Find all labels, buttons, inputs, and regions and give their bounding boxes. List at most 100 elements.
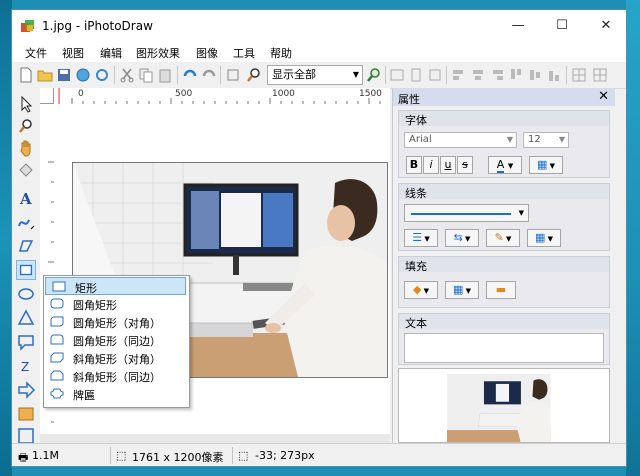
- close-icon[interactable]: ✕: [598, 89, 609, 104]
- menu-image[interactable]: 图像: [196, 45, 218, 61]
- menu-item-label: 斜角矩形（对角）: [73, 353, 161, 366]
- thumbnail-image: [399, 369, 609, 442]
- horizontal-scrollbar[interactable]: [40, 434, 390, 443]
- group-icon[interactable]: [571, 67, 587, 83]
- line-preview-icon: [411, 213, 511, 215]
- zoom-icon[interactable]: [246, 67, 262, 83]
- redo-icon[interactable]: [201, 67, 217, 83]
- line-weight-button[interactable]: ☰ ▼: [404, 229, 438, 247]
- align-left-icon[interactable]: [451, 67, 467, 83]
- menu-tools[interactable]: 工具: [233, 45, 255, 61]
- fill-pattern-button[interactable]: ▦ ▼: [445, 281, 479, 299]
- open-folder-icon[interactable]: [37, 67, 53, 83]
- thumbnail-preview[interactable]: [398, 368, 610, 443]
- align-bottom-icon[interactable]: [546, 67, 562, 83]
- menu-edit[interactable]: 编辑: [100, 45, 122, 61]
- text-input[interactable]: [404, 333, 604, 363]
- grid-icon: ▦: [534, 231, 546, 244]
- menu-item-bevel-rectangle-same-side[interactable]: 斜角矩形（同边）: [44, 367, 187, 385]
- section-title: 填充: [405, 260, 427, 273]
- toolbar-separator: [114, 66, 115, 84]
- menu-help[interactable]: 帮助: [270, 45, 292, 61]
- menu-file[interactable]: 文件: [25, 45, 47, 61]
- toolbar-separator: [446, 66, 447, 84]
- font-family-select[interactable]: Arial ▼: [404, 132, 517, 148]
- pen-icon: ✎: [494, 231, 504, 244]
- pointer-icon[interactable]: [16, 94, 36, 114]
- arrow-tool-icon[interactable]: [16, 380, 36, 400]
- line-pattern-button[interactable]: ▦ ▼: [527, 229, 561, 247]
- fill-bucket-icon[interactable]: [16, 160, 36, 180]
- close-button[interactable]: ✕: [584, 10, 626, 42]
- fit-height-icon[interactable]: [408, 67, 424, 83]
- fit-width-icon[interactable]: [389, 67, 405, 83]
- menu-item-bevel-rectangle-diagonal[interactable]: 斜角矩形（对角）: [44, 349, 187, 367]
- zoom-in-icon[interactable]: [366, 67, 382, 83]
- actual-size-icon[interactable]: [427, 67, 443, 83]
- curve-tool-icon[interactable]: [16, 212, 36, 232]
- text-box-icon[interactable]: Z: [16, 356, 36, 376]
- menu-view[interactable]: 视图: [62, 45, 84, 61]
- font-size-value: 12: [528, 134, 541, 145]
- fill-color-button[interactable]: ◆ ▼: [404, 281, 438, 299]
- section-title: 文本: [405, 317, 427, 330]
- menu-item-rounded-rectangle[interactable]: 圆角矩形: [44, 295, 187, 313]
- menu-item-rectangle[interactable]: 矩形: [45, 277, 186, 295]
- ruler-ticks: [58, 88, 381, 104]
- alignment-button[interactable]: ▦ ▼: [529, 156, 563, 174]
- maximize-button[interactable]: ☐: [540, 10, 584, 42]
- section-header: 线条: [399, 184, 609, 200]
- callout-tool-icon[interactable]: [16, 332, 36, 352]
- save-icon[interactable]: [56, 67, 72, 83]
- copy-icon[interactable]: [138, 67, 154, 83]
- plaque-icon: [50, 388, 64, 399]
- polygon-tool-icon[interactable]: [16, 236, 36, 256]
- shape-flyout-menu: 矩形 圆角矩形 圆角矩形（对角） 圆角矩形（同边） 斜角矩形（对角） 斜角矩形（…: [43, 275, 190, 408]
- status-bar: 🖶 1.1M ⬚ 1761 x 1200像素 ⬚ -33; 273px: [12, 443, 626, 466]
- magnifier-icon[interactable]: [16, 116, 36, 136]
- arrow-style-button[interactable]: ⇆ ▼: [445, 229, 479, 247]
- chevron-down-icon: ▼: [518, 209, 524, 217]
- undo-icon[interactable]: [182, 67, 198, 83]
- cut-icon[interactable]: [119, 67, 135, 83]
- ellipse-tool-icon[interactable]: [16, 284, 36, 304]
- fill-image-button[interactable]: ▬: [486, 281, 516, 299]
- image-tool-icon[interactable]: [16, 404, 36, 424]
- properties-panel: 属性 ✕ 字体 Arial ▼ 12 ▼ B i u s A ▼ ▦ ▼ 线条 …: [392, 88, 615, 443]
- underline-button[interactable]: u: [440, 156, 456, 174]
- menu-shape-effects[interactable]: 图形效果: [136, 45, 180, 61]
- italic-button[interactable]: i: [423, 156, 439, 174]
- chevron-down-icon: ▼: [506, 135, 513, 144]
- triangle-tool-icon[interactable]: [16, 308, 36, 328]
- menu-item-rounded-rectangle-same-side[interactable]: 圆角矩形（同边）: [44, 331, 187, 349]
- crop-icon[interactable]: [225, 67, 241, 83]
- chevron-down-icon: ▼: [507, 162, 514, 170]
- rounded-same-side-icon: [50, 334, 64, 345]
- paste-icon[interactable]: [157, 67, 173, 83]
- minimize-button[interactable]: —: [496, 10, 540, 42]
- font-size-select[interactable]: 12 ▼: [523, 132, 569, 148]
- font-color-button[interactable]: A ▼: [488, 156, 522, 174]
- menu-item-rounded-rectangle-diagonal[interactable]: 圆角矩形（对角）: [44, 313, 187, 331]
- text-tool-icon[interactable]: A: [16, 188, 36, 208]
- refresh-icon[interactable]: [94, 67, 110, 83]
- toolbar-separator: [177, 66, 178, 84]
- zoom-select[interactable]: 显示全部 ▼: [267, 65, 363, 85]
- web-icon[interactable]: [75, 67, 91, 83]
- align-middle-icon[interactable]: [527, 67, 543, 83]
- new-file-icon[interactable]: [18, 67, 34, 83]
- title-bar: 1.jpg - iPhotoDraw — ☐ ✕: [12, 10, 626, 42]
- bevel-diagonal-icon: [50, 352, 64, 363]
- align-center-icon[interactable]: [470, 67, 486, 83]
- align-top-icon[interactable]: [508, 67, 524, 83]
- menu-item-plaque[interactable]: 牌匾: [44, 385, 187, 403]
- hand-icon[interactable]: [16, 138, 36, 158]
- strikethrough-button[interactable]: s: [457, 156, 473, 174]
- bold-button[interactable]: B: [406, 156, 422, 174]
- line-style-select[interactable]: ▼: [404, 204, 529, 222]
- line-color-button[interactable]: ✎ ▼: [486, 229, 520, 247]
- rounded-diagonal-icon: [50, 316, 64, 327]
- ungroup-icon[interactable]: [592, 67, 608, 83]
- align-right-icon[interactable]: [489, 67, 505, 83]
- rectangle-tool-icon[interactable]: [16, 260, 36, 280]
